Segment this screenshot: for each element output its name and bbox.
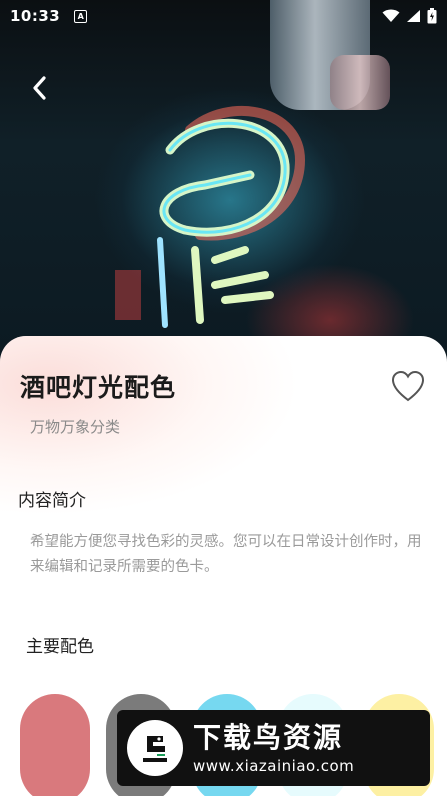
watermark-banner: 下载鸟资源 www.xiazainiao.com: [117, 710, 430, 786]
page-title: 酒吧灯光配色: [20, 373, 177, 402]
back-button[interactable]: [24, 70, 56, 106]
neon-sign-graphic: [115, 105, 305, 328]
intro-text: 希望能方便您寻找色彩的灵感。您可以在日常设计创作时，用来编辑和记录所需要的色卡。: [30, 534, 422, 575]
favorite-button[interactable]: [390, 370, 426, 404]
bird-logo-icon: [127, 720, 183, 776]
watermark-title: 下载鸟资源: [193, 721, 344, 754]
category-label: 万物万象分类: [30, 418, 121, 436]
intro-heading: 内容简介: [18, 491, 86, 511]
notification-icon: A: [74, 9, 88, 23]
colors-heading: 主要配色: [26, 637, 94, 657]
color-swatch[interactable]: [20, 694, 90, 796]
signal-icon: [407, 10, 420, 22]
status-bar: 10:33 A: [0, 0, 447, 32]
status-time: 10:33: [10, 7, 61, 25]
wifi-icon: [382, 9, 400, 22]
battery-icon: [427, 8, 437, 24]
hero-image: [0, 0, 447, 360]
heart-outline-icon: [391, 370, 425, 402]
chevron-left-icon: [33, 76, 46, 100]
watermark-url: www.xiazainiao.com: [193, 757, 355, 775]
